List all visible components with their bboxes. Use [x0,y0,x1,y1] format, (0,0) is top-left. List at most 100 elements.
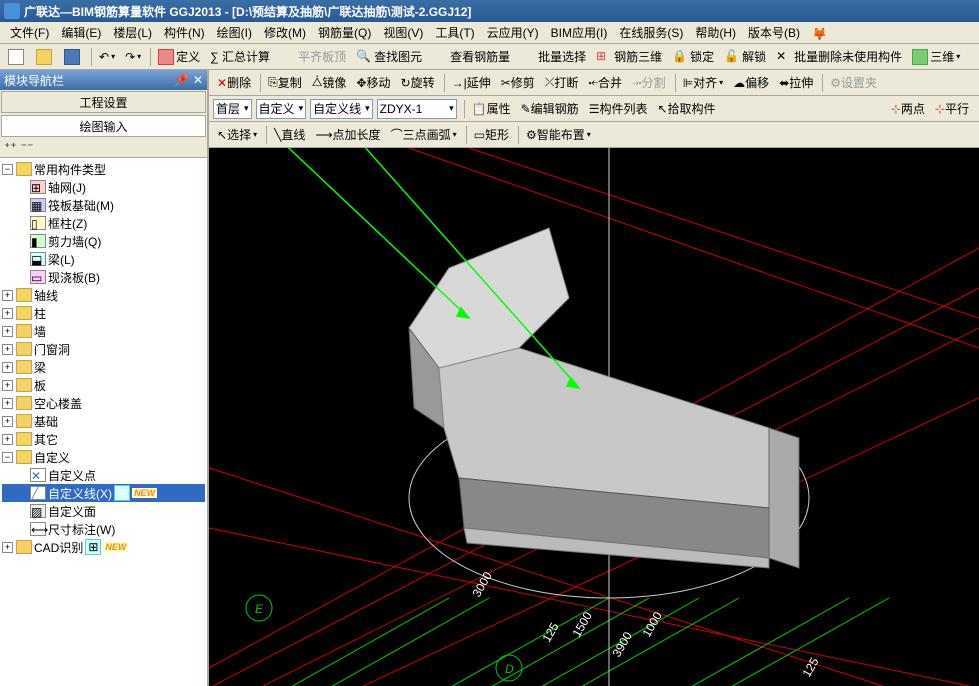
offset-button[interactable]: ☁偏移 [729,72,773,93]
rect-button[interactable]: ▭矩形 [470,124,513,145]
zdyx-combo[interactable]: ZDYX-1▾ [377,99,457,119]
tree-node-custom-line[interactable]: ╱自定义线(X)⊞NEW [2,484,205,502]
redo-button[interactable]: ↷▾ [121,48,145,66]
menu-file[interactable]: 文件(F) [4,22,55,43]
delete-button[interactable]: ✕删除 [213,72,255,93]
menu-help[interactable]: 帮助(H) [689,22,742,43]
arc3-button[interactable]: ⌒三点画弧▾ [387,124,461,145]
tree-node-axis[interactable]: +轴线 [2,286,205,304]
menu-component[interactable]: 构件(N) [158,22,211,43]
twopoint-button[interactable]: ⊹两点 [887,98,929,119]
split-button[interactable]: ⤞分割 [628,72,670,93]
content-area: ✕删除 ⎘复制 ⧊镜像 ✥移动 ↻旋转 →|延伸 ✂修剪 ⤫打断 ⤝合并 ⤞分割… [209,70,979,686]
tree-node-wall[interactable]: +墙 [2,322,205,340]
menu-bar: 文件(F) 编辑(E) 楼层(L) 构件(N) 绘图(I) 修改(M) 钢筋量(… [0,22,979,44]
svg-text:1500: 1500 [569,609,595,639]
tab-draw-input[interactable]: 绘图输入 [1,115,206,137]
fox-icon[interactable]: 🦊 [806,25,824,41]
tree-node-beam2[interactable]: +梁 [2,358,205,376]
pointlen-button[interactable]: ⟶点加长度 [311,124,384,145]
tab-project-settings[interactable]: 工程设置 [1,91,206,113]
menu-modify[interactable]: 修改(M) [258,22,312,43]
tree-node-root[interactable]: −常用构件类型 [2,160,205,178]
edit-toolbar: ✕删除 ⎘复制 ⧊镜像 ✥移动 ↻旋转 →|延伸 ✂修剪 ⤫打断 ⤝合并 ⤞分割… [209,70,979,96]
tree-node-beam[interactable]: ⬓梁(L) [2,250,205,268]
tree-node-custom[interactable]: −自定义 [2,448,205,466]
tree-node-axis-grid[interactable]: ⊞轴网(J) [2,178,205,196]
unlock-button[interactable]: 🔓解锁 [720,46,770,67]
tree-node-raft[interactable]: ▦筏板基础(M) [2,196,205,214]
tree-node-column[interactable]: +柱 [2,304,205,322]
svg-text:3000: 3000 [469,569,495,599]
rotate-button[interactable]: ↻旋转 [397,72,439,93]
menu-draw[interactable]: 绘图(I) [211,22,258,43]
move-button[interactable]: ✥移动 [352,72,394,93]
tree-node-custom-point[interactable]: ✕自定义点 [2,466,205,484]
expand-icon[interactable]: ⁺⁺ [4,140,17,155]
sum-button[interactable]: ∑ 汇总计算 [206,46,274,67]
trim-button[interactable]: ✂修剪 [497,72,539,93]
pin-icon[interactable]: 📌 [174,73,189,87]
checkrebar-button[interactable]: 查看钢筋量 [428,46,514,67]
define-button[interactable]: 定义 [154,46,204,67]
menu-version[interactable]: 版本号(B) [742,22,806,43]
threed-button[interactable]: 三维▾ [908,46,964,67]
save-button[interactable] [60,47,86,67]
mirror-button[interactable]: ⧊镜像 [308,72,351,93]
property-button[interactable]: 📋属性 [468,98,515,119]
tree-node-foundation[interactable]: +基础 [2,412,205,430]
menu-bim[interactable]: BIM应用(I) [545,22,614,43]
customline-combo[interactable]: 自定义线▾ [310,99,373,119]
tree-node-custom-face[interactable]: ▨自定义面 [2,502,205,520]
smartlayout-button[interactable]: ⚙智能布置▾ [522,124,595,145]
svg-text:3900: 3900 [609,629,635,659]
setprop-button[interactable]: ⚙设置夹 [826,72,881,93]
tree-node-frame-col[interactable]: ▯框柱(Z) [2,214,205,232]
component-tree[interactable]: −常用构件类型 ⊞轴网(J) ▦筏板基础(M) ▯框柱(Z) ▮剪力墙(Q) ⬓… [0,158,207,686]
menu-floor[interactable]: 楼层(L) [107,22,158,43]
tree-node-other[interactable]: +其它 [2,430,205,448]
tree-node-shear-wall[interactable]: ▮剪力墙(Q) [2,232,205,250]
copy-button[interactable]: ⎘复制 [264,72,306,93]
parallel-button[interactable]: ⊹平行 [931,98,973,119]
tree-toolbar: ⁺⁺ ⁻⁻ [0,138,207,158]
context-toolbar: 首层▾ 自定义▾ 自定义线▾ ZDYX-1▾ 📋属性 ✎编辑钢筋 ☰构件列表 ↖… [209,96,979,122]
tree-node-opening[interactable]: +门窗洞 [2,340,205,358]
findmap-button[interactable]: 🔍查找图元 [352,46,426,67]
pickcomp-button[interactable]: ↖拾取构件 [653,98,719,119]
batchsel-button[interactable]: 批量选择 [516,46,590,67]
tree-node-slab[interactable]: ▭现浇板(B) [2,268,205,286]
menu-rebar[interactable]: 钢筋量(Q) [312,22,377,43]
3d-viewport[interactable]: 3000 125 1500 3900 1000 125 E D [209,148,979,686]
line-button[interactable]: ╲直线 [270,124,309,145]
merge-button[interactable]: ⤝合并 [584,72,626,93]
floor-combo[interactable]: 首层▾ [213,99,252,119]
align-button[interactable]: ⊫对齐▾ [679,72,727,93]
rebar3d-button[interactable]: ⊞钢筋三维 [592,46,666,67]
undo-button[interactable]: ↶▾ [95,48,119,66]
select-button[interactable]: ↖选择▾ [213,124,261,145]
tree-node-cad[interactable]: +CAD识别⊞NEW [2,538,205,556]
menu-edit[interactable]: 编辑(E) [55,22,107,43]
lock-button[interactable]: 🔒锁定 [668,46,718,67]
editrebar-button[interactable]: ✎编辑钢筋 [517,98,583,119]
tree-node-plate[interactable]: +板 [2,376,205,394]
svg-text:D: D [505,662,514,676]
tree-node-hollow[interactable]: +空心楼盖 [2,394,205,412]
menu-view[interactable]: 视图(V) [377,22,429,43]
open-button[interactable] [32,47,58,67]
batchdel-button[interactable]: ✕批量删除未使用构件 [772,46,906,67]
menu-cloud[interactable]: 云应用(Y) [481,22,545,43]
break-button[interactable]: ⤫打断 [541,72,583,93]
menu-tool[interactable]: 工具(T) [429,22,480,43]
custom-combo[interactable]: 自定义▾ [256,99,307,119]
new-button[interactable] [4,47,30,67]
collapse-icon[interactable]: ⁻⁻ [21,140,34,155]
menu-online[interactable]: 在线服务(S) [613,22,689,43]
tree-node-dimension[interactable]: ⟷尺寸标注(W) [2,520,205,538]
extend-button[interactable]: →|延伸 [448,72,495,93]
stretch-button[interactable]: ⬌拉伸 [775,72,817,93]
componentlist-button[interactable]: ☰构件列表 [585,98,652,119]
flat-button[interactable]: 平齐板顶 [276,46,350,67]
close-icon[interactable]: ✕ [193,73,203,87]
